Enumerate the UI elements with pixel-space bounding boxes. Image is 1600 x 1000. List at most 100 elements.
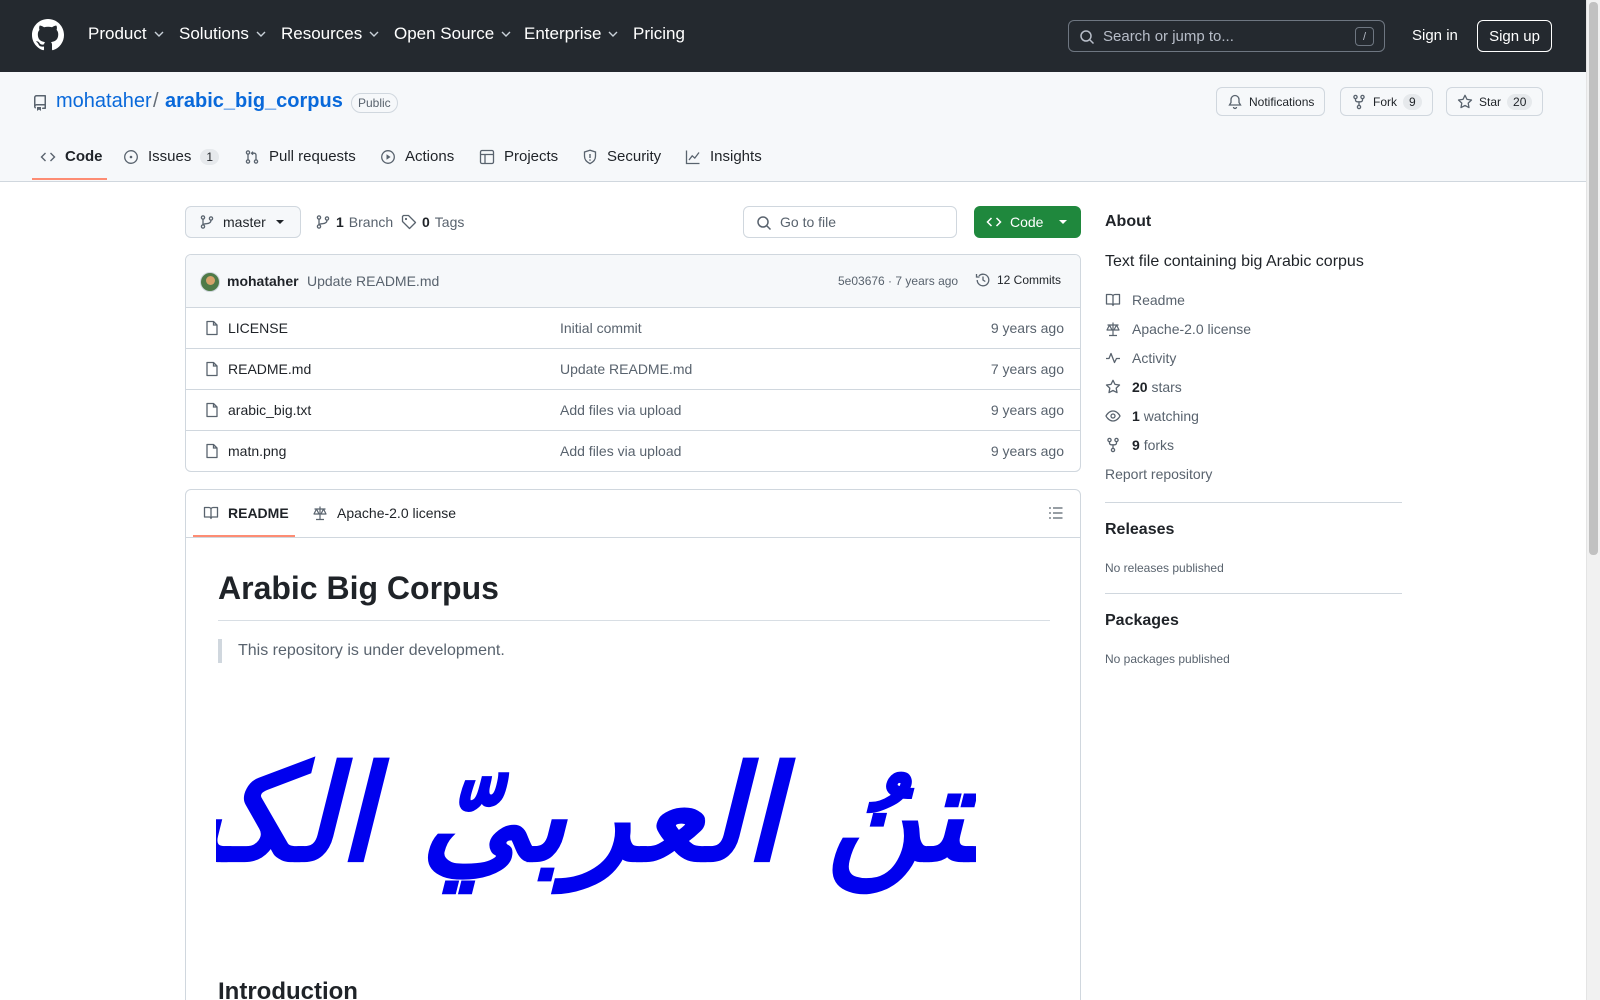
file-commit-message-link[interactable]: Update README.md	[560, 361, 692, 377]
history-icon	[975, 273, 990, 287]
activity-link[interactable]: Activity	[1105, 350, 1176, 366]
bell-icon	[1228, 94, 1242, 109]
file-name-link[interactable]: README.md	[228, 361, 311, 377]
nav-resources[interactable]: Resources	[281, 24, 380, 44]
nav-solutions[interactable]: Solutions	[179, 24, 267, 44]
caret-down-icon	[1059, 220, 1067, 224]
stars-link[interactable]: 20 stars	[1105, 379, 1182, 395]
file-row[interactable]: LICENSE Initial commit 9 years ago	[186, 308, 1080, 349]
caret-down-icon	[276, 220, 284, 224]
fork-icon	[1107, 437, 1119, 453]
file-age: 9 years ago	[990, 443, 1064, 459]
global-header: Product Solutions Resources Open Source …	[0, 0, 1586, 72]
avatar[interactable]	[200, 272, 220, 292]
nav-pricing[interactable]: Pricing	[633, 24, 685, 44]
nav-enterprise[interactable]: Enterprise	[524, 24, 619, 44]
sidebar-link-label: Apache-2.0 license	[1132, 321, 1252, 337]
tab-license[interactable]: Apache-2.0 license	[312, 505, 456, 521]
graph-icon	[685, 150, 700, 164]
file-commit-message-link[interactable]: Initial commit	[560, 320, 642, 336]
fork-icon	[1353, 94, 1365, 109]
fork-button[interactable]: Fork 9	[1340, 87, 1433, 116]
search-shortcut-key: /	[1355, 27, 1374, 46]
shield-icon	[583, 149, 597, 164]
stars-count: 20	[1132, 379, 1148, 395]
repo-name-link[interactable]: arabic_big_corpus	[165, 90, 343, 113]
commits-history-link[interactable]: 12 Commits	[975, 272, 1061, 288]
releases-heading[interactable]: Releases	[1105, 521, 1174, 539]
packages-heading[interactable]: Packages	[1105, 612, 1179, 630]
repo-description: Text file containing big Arabic corpus	[1105, 253, 1364, 270]
visibility-badge: Public	[351, 93, 398, 113]
file-row[interactable]: arabic_big.txt Add files via upload 9 ye…	[186, 390, 1080, 431]
go-to-file-input[interactable]: Go to file	[743, 206, 957, 238]
chevron-down-icon	[608, 31, 618, 37]
file-list: mohataher Update README.md 5e03676 · 7 y…	[185, 254, 1081, 472]
readme-link[interactable]: Readme	[1105, 292, 1185, 308]
file-row[interactable]: README.md Update README.md 7 years ago	[186, 349, 1080, 390]
star-button[interactable]: Star 20	[1446, 87, 1544, 116]
tab-label: Apache-2.0 license	[337, 505, 457, 521]
arabic-image-text: المتنُ العربيّ الكبير	[216, 738, 976, 895]
chevron-down-icon	[501, 31, 511, 37]
repo-owner-link[interactable]: mohataher	[56, 90, 152, 113]
tab-label: Security	[607, 148, 662, 165]
tab-security[interactable]: Security	[582, 148, 661, 165]
tab-readme[interactable]: README	[203, 505, 289, 521]
eye-icon	[1105, 410, 1121, 422]
report-repository-link[interactable]: Report repository	[1105, 466, 1212, 482]
search-input[interactable]: Search or jump to... /	[1068, 20, 1385, 52]
law-icon	[313, 506, 327, 521]
notifications-button[interactable]: Notifications	[1216, 87, 1326, 116]
nav-label: Enterprise	[524, 24, 602, 43]
sidebar-link-label: watching	[1143, 408, 1199, 424]
branch-select-button[interactable]: master	[185, 206, 301, 238]
tab-insights[interactable]: Insights	[685, 148, 762, 165]
divider	[1105, 593, 1402, 594]
sign-up-button[interactable]: Sign up	[1477, 20, 1552, 52]
tags-link[interactable]: 0 Tags	[401, 214, 464, 230]
file-icon	[206, 402, 218, 418]
star-icon	[1457, 94, 1473, 108]
sidebar-link-label: stars	[1151, 379, 1182, 395]
file-name-link[interactable]: matn.png	[228, 443, 286, 459]
sign-in-link[interactable]: Sign in	[1412, 27, 1458, 44]
list-unordered-icon[interactable]	[1048, 505, 1064, 521]
introduction-heading: Introduction	[218, 978, 358, 1000]
file-age: 9 years ago	[990, 402, 1064, 418]
repo-icon	[33, 95, 46, 111]
nav-open-source[interactable]: Open Source	[394, 24, 512, 44]
tab-actions[interactable]: Actions	[380, 148, 454, 165]
go-to-file-placeholder: Go to file	[780, 214, 837, 230]
license-link[interactable]: Apache-2.0 license	[1105, 321, 1251, 337]
scrollbar-thumb[interactable]	[1589, 2, 1598, 555]
book-icon	[203, 506, 219, 520]
fork-count: 9	[1403, 93, 1422, 110]
nav-label: Pricing	[633, 24, 685, 43]
forks-link[interactable]: 9 forks	[1105, 437, 1174, 453]
watchers-count: 1	[1132, 408, 1140, 424]
sidebar-link-label: Readme	[1132, 292, 1185, 308]
file-name-link[interactable]: arabic_big.txt	[228, 402, 311, 418]
code-dropdown-button[interactable]: Code	[974, 206, 1081, 238]
commit-hash-age[interactable]: 5e03676 · 7 years ago	[838, 274, 958, 288]
table-icon	[479, 149, 495, 164]
page-scrollbar[interactable]	[1586, 0, 1600, 1000]
file-commit-message-link[interactable]: Add files via upload	[560, 402, 681, 418]
tab-label: Code	[65, 148, 103, 165]
file-commit-message-link[interactable]: Add files via upload	[560, 443, 681, 459]
github-logo-icon[interactable]	[32, 19, 64, 51]
latest-commit-bar: mohataher Update README.md 5e03676 · 7 y…	[186, 255, 1080, 308]
nav-product[interactable]: Product	[88, 24, 165, 44]
file-row[interactable]: matn.png Add files via upload 9 years ag…	[186, 431, 1080, 471]
tab-pull-requests[interactable]: Pull requests	[244, 148, 356, 165]
branches-link[interactable]: 1 Branch	[315, 214, 393, 230]
tab-projects[interactable]: Projects	[479, 148, 558, 165]
file-name-link[interactable]: LICENSE	[228, 320, 288, 336]
commit-author-link[interactable]: mohataher	[227, 273, 299, 289]
commit-message-link[interactable]: Update README.md	[307, 273, 439, 289]
tab-issues[interactable]: Issues 1	[123, 148, 220, 165]
watchers-link[interactable]: 1 watching	[1105, 408, 1199, 424]
nav-label: Solutions	[179, 24, 249, 43]
tab-code[interactable]: Code	[40, 148, 103, 165]
